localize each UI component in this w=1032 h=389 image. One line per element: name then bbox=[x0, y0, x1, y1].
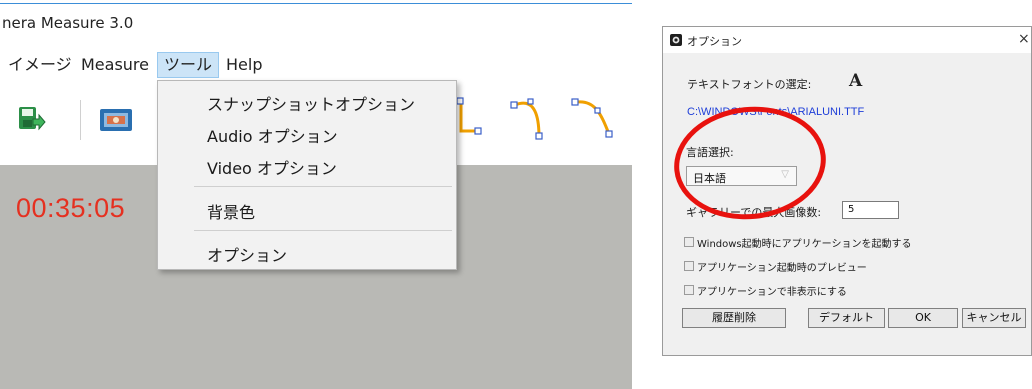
checkbox-label: Windows起動時にアプリケーションを起動する bbox=[697, 239, 912, 250]
menu-separator bbox=[194, 230, 452, 231]
text-font-label: テキストフォントの選定: bbox=[687, 78, 812, 91]
checkbox-label: アプリケーション起動時のプレビュー bbox=[697, 263, 867, 274]
gallery-max-images-input[interactable]: 5 bbox=[842, 201, 899, 219]
cancel-button[interactable]: キャンセル bbox=[962, 308, 1026, 328]
menu-measure[interactable]: Measure bbox=[75, 52, 155, 78]
main-window: nera Measure 3.0 イメージ Measure ツール Help 0… bbox=[0, 0, 632, 389]
menu-item-background-color[interactable]: 背景色 bbox=[207, 199, 255, 223]
tools-dropdown-menu: スナップショットオプション Audio オプション Video オプション 背景… bbox=[157, 80, 457, 270]
menu-image[interactable]: イメージ bbox=[2, 52, 78, 78]
window-top-border bbox=[0, 3, 632, 4]
menu-separator bbox=[194, 186, 452, 187]
menu-help[interactable]: Help bbox=[220, 52, 268, 78]
checkbox[interactable] bbox=[684, 285, 694, 295]
clear-history-button[interactable]: 履歴削除 bbox=[682, 308, 786, 328]
save-icon[interactable] bbox=[18, 106, 46, 132]
checkbox[interactable] bbox=[684, 261, 694, 271]
default-button[interactable]: デフォルト bbox=[808, 308, 885, 328]
gallery-max-images-value: 5 bbox=[848, 204, 855, 215]
recording-timer: 00:35:05 bbox=[16, 193, 126, 223]
dialog-title: オプション bbox=[687, 35, 742, 48]
snapshot-icon[interactable] bbox=[99, 107, 133, 133]
font-sample-button[interactable]: A bbox=[849, 71, 862, 91]
dialog-titlebar: オプション × bbox=[663, 27, 1031, 53]
camera-app-icon bbox=[670, 34, 682, 46]
angle-tool-icon[interactable] bbox=[456, 97, 484, 139]
menu-bar: イメージ Measure ツール Help bbox=[0, 50, 632, 80]
menu-item-snapshot-options[interactable]: スナップショットオプション bbox=[207, 91, 415, 115]
curve-tool-icon[interactable] bbox=[569, 96, 617, 140]
ok-button[interactable]: OK bbox=[888, 308, 958, 328]
menu-item-options[interactable]: オプション bbox=[207, 242, 287, 266]
menu-item-video-options[interactable]: Video オプション bbox=[207, 155, 337, 179]
menu-tools[interactable]: ツール bbox=[157, 52, 220, 78]
checkbox[interactable] bbox=[684, 237, 694, 247]
toolbar-separator bbox=[80, 100, 81, 140]
checkbox-label: アプリケーションで非表示にする bbox=[697, 287, 847, 298]
window-title: nera Measure 3.0 bbox=[2, 14, 134, 32]
menu-item-audio-options[interactable]: Audio オプション bbox=[207, 123, 338, 147]
arc-tool-icon[interactable] bbox=[508, 97, 548, 141]
close-icon[interactable]: × bbox=[1018, 31, 1030, 47]
